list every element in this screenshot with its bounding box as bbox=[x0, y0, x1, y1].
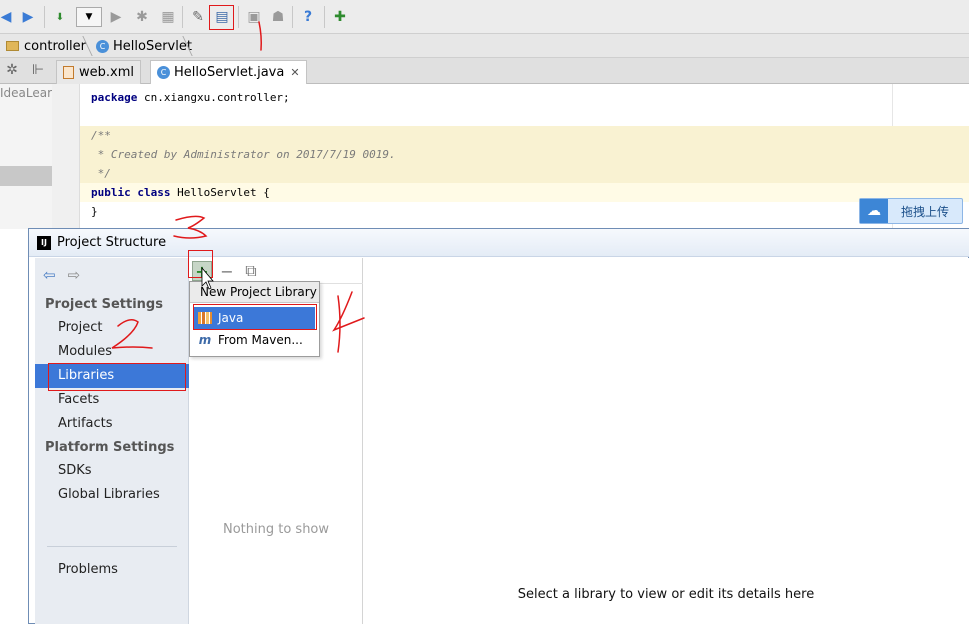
cloud-icon: ☁ bbox=[860, 199, 888, 223]
back-icon[interactable]: ◀ bbox=[0, 7, 16, 27]
sidebar-divider bbox=[47, 546, 177, 547]
tab-label: web.xml bbox=[79, 65, 134, 80]
code-line: } bbox=[91, 205, 98, 218]
debug-icon[interactable]: ✱ bbox=[132, 7, 152, 27]
annotation-box-toolbar bbox=[209, 5, 234, 30]
popup-title: New Project Library bbox=[190, 282, 319, 303]
collapse-icon[interactable]: ⊩ bbox=[28, 60, 48, 80]
sidebar-item-facets[interactable]: Facets bbox=[35, 388, 189, 412]
sidebar-item-global-libraries[interactable]: Global Libraries bbox=[35, 483, 189, 507]
tab-web-xml[interactable]: web.xml bbox=[56, 60, 141, 84]
plugin-icon[interactable]: ✚ bbox=[330, 7, 350, 27]
code-line-class-declaration: public class HelloServlet { bbox=[80, 183, 969, 202]
upload-label: 拖拽上传 bbox=[900, 204, 949, 219]
sidebar-item-artifacts[interactable]: Artifacts bbox=[35, 412, 189, 436]
project-panel-strip: IdeaLear bbox=[0, 84, 52, 229]
intellij-logo-icon: IJ bbox=[37, 235, 51, 250]
sdk-manager-icon[interactable]: ▣ bbox=[244, 7, 264, 27]
annotation-box-add bbox=[188, 250, 213, 278]
navigation-bar: controller C HelloServlet bbox=[0, 34, 969, 58]
build-icon[interactable]: ⬇ bbox=[50, 7, 70, 27]
code-line: */ bbox=[80, 164, 969, 183]
breadcrumb-controller[interactable]: controller bbox=[6, 37, 86, 55]
main-toolbar: ◀ ▶ ⬇ ▼ ▶ ✱ ▦ ✎ ▤ ▣ ☗ ? ✚ bbox=[0, 0, 969, 34]
class-icon: C bbox=[157, 66, 170, 79]
annotation-box-libraries bbox=[48, 363, 186, 391]
copy-library-button[interactable]: ⧉ bbox=[241, 261, 261, 281]
sidebar-item-problems[interactable]: Problems bbox=[35, 558, 189, 582]
editor-gutter bbox=[52, 84, 80, 229]
maven-icon: m bbox=[198, 333, 212, 347]
editor-tab-row: ✲ ⊩ web.xml C HelloServlet.java ✕ bbox=[0, 58, 969, 84]
android-icon[interactable]: ☗ bbox=[268, 7, 288, 27]
coverage-icon[interactable]: ▦ bbox=[158, 7, 178, 27]
code-line: * Created by Administrator on 2017/7/19 … bbox=[80, 145, 969, 164]
popup-item-from-maven[interactable]: m From Maven... bbox=[194, 329, 315, 351]
sidebar-item-project[interactable]: Project bbox=[35, 316, 189, 340]
annotation-box-java bbox=[193, 304, 317, 330]
drag-upload-button[interactable]: ☁ 拖拽上传 bbox=[859, 198, 963, 224]
detail-empty-message: Select a library to view or edit its det… bbox=[517, 587, 815, 602]
dialog-title-bar[interactable]: IJ Project Structure bbox=[29, 229, 969, 257]
project-panel-text: IdeaLear bbox=[0, 86, 53, 100]
tab-label: HelloServlet.java bbox=[174, 65, 285, 80]
close-icon[interactable]: ✕ bbox=[290, 66, 299, 79]
platform-settings-header: Platform Settings bbox=[45, 440, 175, 455]
popup-item-label: From Maven... bbox=[218, 333, 303, 347]
dialog-title: Project Structure bbox=[57, 235, 167, 250]
run-icon[interactable]: ▶ bbox=[106, 7, 126, 27]
tab-helloservlet-java[interactable]: C HelloServlet.java ✕ bbox=[150, 60, 307, 84]
forward-arrow-icon[interactable]: ⇨ bbox=[68, 266, 81, 284]
gear-icon[interactable]: ✲ bbox=[2, 60, 22, 80]
project-structure-dialog: IJ Project Structure ⇦ ⇨ Project Setting… bbox=[28, 228, 969, 624]
settings-sidebar: ⇦ ⇨ Project Settings Project Modules Lib… bbox=[35, 258, 189, 624]
help-icon[interactable]: ? bbox=[298, 7, 318, 27]
sidebar-nav-arrows: ⇦ ⇨ bbox=[43, 266, 80, 284]
code-editor[interactable]: package cn.xiangxu.controller; /** * Cre… bbox=[80, 84, 969, 229]
project-panel-selection bbox=[0, 166, 52, 186]
back-arrow-icon[interactable]: ⇦ bbox=[43, 266, 56, 284]
project-settings-header: Project Settings bbox=[45, 297, 163, 312]
code-line-package: package cn.xiangxu.controller; bbox=[91, 91, 290, 104]
folder-icon bbox=[6, 41, 19, 51]
forward-icon[interactable]: ▶ bbox=[18, 7, 38, 27]
sidebar-item-sdks[interactable]: SDKs bbox=[35, 459, 189, 483]
code-line: /** bbox=[80, 126, 969, 145]
sidebar-item-modules[interactable]: Modules bbox=[35, 340, 189, 364]
settings-wrench-icon[interactable]: ✎ bbox=[188, 7, 208, 27]
xml-file-icon bbox=[63, 66, 74, 79]
class-icon: C bbox=[96, 39, 109, 53]
run-config-dropdown[interactable]: ▼ bbox=[76, 7, 102, 27]
library-detail-panel: Select a library to view or edit its det… bbox=[363, 258, 969, 624]
remove-library-button[interactable]: − bbox=[217, 261, 237, 281]
empty-list-text: Nothing to show bbox=[222, 522, 330, 537]
